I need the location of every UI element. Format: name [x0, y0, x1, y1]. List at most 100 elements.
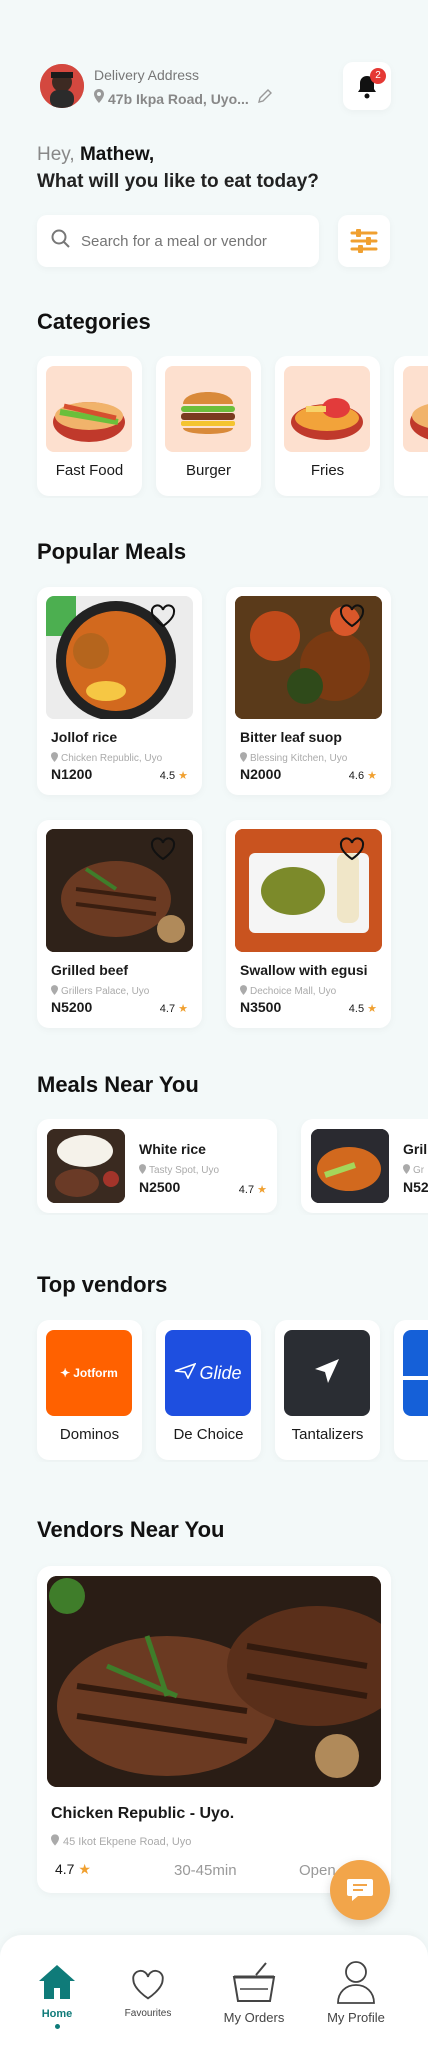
- nav-home[interactable]: Home: [32, 1963, 82, 2029]
- meal-image: [47, 1129, 125, 1203]
- star-icon: ★: [178, 770, 188, 782]
- meal-vendor-text: Blessing Kitchen, Uyo: [250, 752, 348, 764]
- meal-vendor: Gr: [403, 1161, 424, 1179]
- meal-vendor-text: Chicken Republic, Uyo: [61, 752, 163, 764]
- meal-vendor: Grillers Palace, Uyo: [51, 982, 149, 1000]
- vendor-logo: Glide: [165, 1330, 251, 1416]
- hotdog-icon: [46, 366, 132, 452]
- greeting: Hey, Mathew,: [37, 144, 154, 166]
- vendor-card-partial[interactable]: I: [394, 1320, 428, 1460]
- meal-rating-value: 4.6: [348, 770, 365, 782]
- vendor-name: De Choice: [173, 1426, 244, 1443]
- burger-icon: [165, 366, 251, 452]
- meal-card-grilled-beef[interactable]: Grilled beef Grillers Palace, Uyo N5200 …: [37, 820, 202, 1028]
- meals-near-you-title: Meals Near You: [37, 1072, 199, 1097]
- meal-price: N2000: [240, 766, 282, 782]
- top-vendors-title: Top vendors: [37, 1272, 168, 1297]
- send-arrow-logo-icon: [312, 1356, 342, 1391]
- meal-card-swallow-egusi[interactable]: Swallow with egusi Dechoice Mall, Uyo N3…: [226, 820, 391, 1028]
- search-icon: [51, 229, 71, 254]
- meal-card-bitter-leaf[interactable]: Bitter leaf suop Blessing Kitchen, Uyo N…: [226, 587, 391, 795]
- meal-name: Swallow with egusi: [240, 962, 368, 978]
- meal-price: N3500: [240, 999, 282, 1015]
- nav-favourites[interactable]: Favourites: [118, 1969, 178, 2019]
- vendor-logo-text: Glide: [199, 1362, 242, 1383]
- meal-rating: 4.7 ★: [160, 1002, 188, 1015]
- vendor-cover-image: [47, 1576, 381, 1787]
- meal-rating: 4.5 ★: [349, 1002, 377, 1015]
- meal-vendor-text: Gr: [413, 1164, 425, 1176]
- meal-rating: 4.7 ★: [239, 1183, 267, 1196]
- vendor-card-dominos[interactable]: ✦ Jotform Dominos: [37, 1320, 142, 1460]
- meal-rating-value: 4.5: [159, 770, 176, 782]
- vendor-card-tantalizers[interactable]: Tantalizers: [275, 1320, 380, 1460]
- favourite-heart-icon[interactable]: [150, 604, 176, 628]
- vendor-logo: [403, 1330, 428, 1416]
- basket-icon: [230, 1962, 278, 2009]
- bottom-nav: Home Favourites My Orders My Profile: [0, 1935, 428, 2053]
- popular-meals-title: Popular Meals: [37, 539, 187, 564]
- category-card-fast-food[interactable]: Fast Food: [37, 356, 142, 496]
- star-icon: ★: [257, 1184, 267, 1196]
- jotform-logo-icon: ✦: [60, 1366, 71, 1380]
- location-pin-icon: [51, 982, 58, 1000]
- heart-icon: [129, 1969, 167, 2005]
- location-pin-icon: [403, 1161, 410, 1179]
- favourite-heart-icon[interactable]: [150, 837, 176, 861]
- vendor-near-card[interactable]: Chicken Republic - Uyo. 45 Ikot Ekpene R…: [37, 1566, 391, 1893]
- category-card-fries[interactable]: Fries: [275, 356, 380, 496]
- location-pin-icon: [240, 982, 247, 1000]
- active-indicator: [54, 2024, 60, 2029]
- filter-button[interactable]: [338, 215, 390, 267]
- vendor-near-address: 45 Ikot Ekpene Road, Uyo: [51, 1833, 191, 1851]
- meal-vendor: Tasty Spot, Uyo: [139, 1161, 219, 1179]
- category-label: Fries: [310, 462, 345, 479]
- delivery-address[interactable]: 47b Ikpa Road, Uyo...: [94, 88, 273, 109]
- chat-button[interactable]: [330, 1860, 390, 1920]
- top-vendors-list[interactable]: ✦ Jotform Dominos Glide De Choice Tantali…: [0, 1320, 428, 1462]
- meal-name: Bitter leaf suop: [240, 729, 342, 745]
- near-meal-card-grilled[interactable]: Gril Gr N52: [301, 1119, 428, 1213]
- category-card-partial[interactable]: F: [394, 356, 428, 496]
- user-name: Mathew,: [79, 144, 155, 165]
- vendors-near-you-title: Vendors Near You: [37, 1517, 225, 1542]
- vendor-card-de-choice[interactable]: Glide De Choice: [156, 1320, 261, 1460]
- edit-pencil-icon[interactable]: [257, 88, 273, 109]
- nav-favourites-label: Favourites: [124, 2008, 172, 2019]
- vendor-logo: ✦ Jotform: [46, 1330, 132, 1416]
- meal-vendor-text: Tasty Spot, Uyo: [149, 1164, 220, 1176]
- favourite-heart-icon[interactable]: [339, 837, 365, 861]
- vendor-name: Tantalizers: [291, 1426, 364, 1443]
- nav-home-label: Home: [41, 2008, 73, 2020]
- notification-badge: 2: [370, 68, 386, 84]
- categories-list[interactable]: Fast Food Burger Fries F: [0, 356, 428, 498]
- greeting-hey: Hey,: [37, 144, 75, 165]
- vendor-near-name: Chicken Republic - Uyo.: [51, 1805, 235, 1822]
- meal-name: Jollof rice: [51, 729, 118, 745]
- vendor-near-time: 30-45min: [174, 1862, 237, 1879]
- meal-name: White rice: [139, 1141, 206, 1157]
- star-icon: ★: [78, 1861, 91, 1877]
- delivery-address-label: Delivery Address: [94, 67, 200, 83]
- notification-button[interactable]: 2: [343, 62, 391, 110]
- favourite-heart-icon[interactable]: [339, 604, 365, 628]
- nav-profile[interactable]: My Profile: [318, 1959, 394, 2025]
- vendor-near-status: Open: [299, 1862, 336, 1879]
- vendor-near-rating: 4.7 ★: [55, 1861, 91, 1878]
- vendor-logo-text: Jotform: [73, 1366, 118, 1380]
- meal-image: [311, 1129, 389, 1203]
- meal-price: N2500: [139, 1179, 181, 1195]
- categories-title: Categories: [37, 309, 151, 334]
- food-icon: [403, 366, 428, 452]
- search-bar[interactable]: [37, 215, 319, 267]
- category-card-burger[interactable]: Burger: [156, 356, 261, 496]
- location-pin-icon: [240, 749, 247, 767]
- avatar[interactable]: [40, 64, 84, 108]
- near-meal-card-white-rice[interactable]: White rice Tasty Spot, Uyo N2500 4.7 ★: [37, 1119, 277, 1213]
- meal-card-jollof-rice[interactable]: Jollof rice Chicken Republic, Uyo N1200 …: [37, 587, 202, 795]
- nav-orders[interactable]: My Orders: [216, 1961, 292, 2025]
- meals-near-list[interactable]: White rice Tasty Spot, Uyo N2500 4.7 ★ G…: [0, 1119, 428, 1215]
- chat-bubble-icon: [346, 1877, 374, 1908]
- nav-orders-label: My Orders: [223, 2010, 285, 2025]
- search-input[interactable]: [81, 232, 311, 250]
